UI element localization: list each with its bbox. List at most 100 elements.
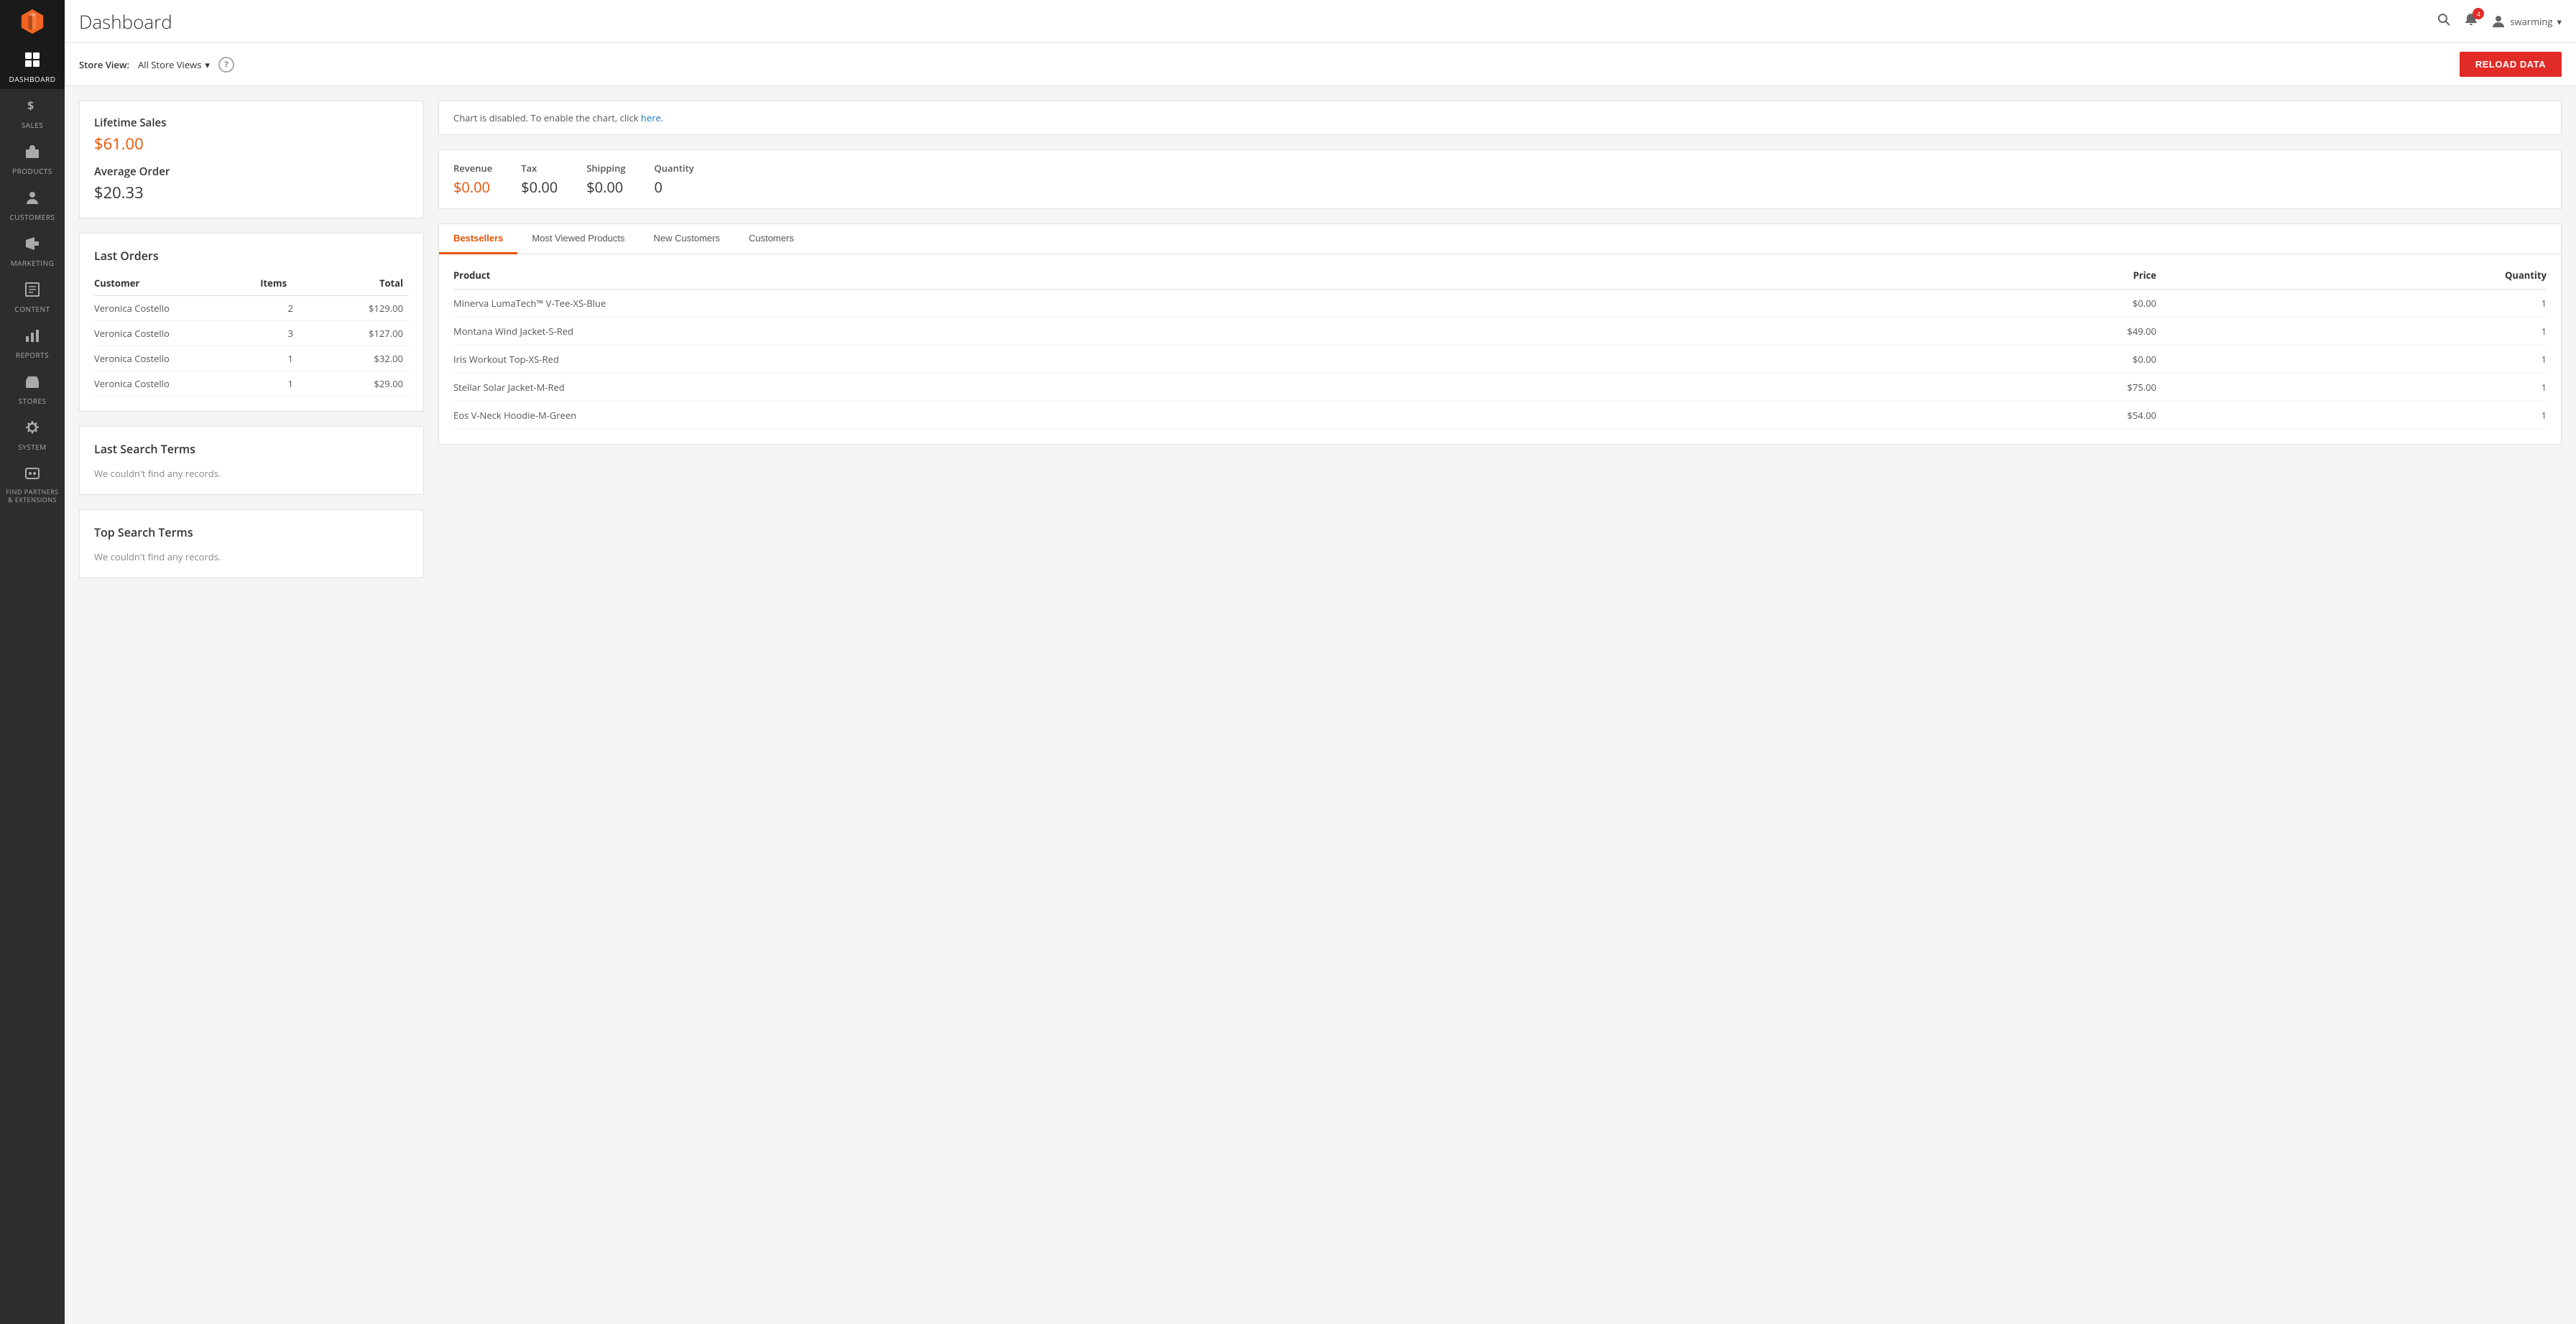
product-quantity: 1 [2156, 402, 2547, 430]
order-total: $32.00 [326, 346, 409, 371]
notification-count: 4 [2473, 8, 2484, 19]
products-col-product: Product [453, 269, 1883, 290]
products-col-price: Price [1883, 269, 2156, 290]
tab-new-customers[interactable]: New Customers [640, 224, 734, 254]
sales-icon: $ [24, 98, 40, 118]
table-row[interactable]: Veronica Costello 3 $127.00 [94, 321, 409, 346]
help-icon[interactable]: ? [218, 57, 234, 73]
sidebar-item-label-find-partners: Find Partners & Extensions [4, 489, 61, 504]
tab-bestsellers[interactable]: Bestsellers [439, 224, 517, 254]
orders-col-total: Total [326, 274, 409, 296]
sidebar-item-system[interactable]: System [0, 411, 65, 457]
table-row[interactable]: Montana Wind Jacket-S-Red $49.00 1 [453, 318, 2547, 346]
top-search-terms-title: Top Search Terms [94, 524, 409, 540]
sidebar-item-find-partners[interactable]: Find Partners & Extensions [0, 457, 65, 510]
system-icon [24, 420, 40, 440]
products-col-quantity: Quantity [2156, 269, 2547, 290]
notification-bell[interactable]: 4 [2464, 12, 2478, 30]
header-actions: 4 swarming ▾ [2437, 12, 2562, 31]
top-search-terms-no-records: We couldn't find any records. [94, 550, 409, 563]
sidebar-item-label-reports: Reports [16, 351, 49, 359]
sidebar-item-products[interactable]: Products [0, 135, 65, 181]
store-view-select[interactable]: All Store Views ▾ [138, 58, 210, 71]
search-icon[interactable] [2437, 12, 2451, 31]
order-total: $127.00 [326, 321, 409, 346]
table-row[interactable]: Iris Workout Top-XS-Red $0.00 1 [453, 346, 2547, 374]
chart-here-link[interactable]: here [641, 111, 661, 124]
sidebar-item-label-products: Products [12, 167, 52, 175]
sidebar-item-label-marketing: Marketing [11, 259, 55, 267]
store-view-left: Store View: All Store Views ▾ ? [79, 57, 234, 73]
products-table: Product Price Quantity Minerva LumaTech™… [453, 269, 2547, 430]
order-customer: Veronica Costello [94, 371, 260, 397]
sidebar-item-label-customers: Customers [9, 213, 55, 221]
sidebar-item-customers[interactable]: Customers [0, 181, 65, 227]
chart-disabled-bar: Chart is disabled. To enable the chart, … [438, 101, 2562, 135]
order-customer: Veronica Costello [94, 296, 260, 321]
orders-col-items: Items [260, 274, 326, 296]
sidebar-item-dashboard[interactable]: Dashboard [0, 43, 65, 89]
products-icon [24, 144, 40, 164]
sidebar-item-content[interactable]: Content [0, 273, 65, 319]
table-row[interactable]: Veronica Costello 1 $32.00 [94, 346, 409, 371]
product-name: Montana Wind Jacket-S-Red [453, 318, 1883, 346]
order-items: 2 [260, 296, 326, 321]
revenue-stats: Revenue $0.00 Tax $0.00 Shipping $0.00 Q… [438, 149, 2562, 209]
lifetime-sales-value: $61.00 [94, 133, 409, 154]
sidebar-logo [0, 0, 65, 43]
product-name: Iris Workout Top-XS-Red [453, 346, 1883, 374]
lifetime-sales-label: Lifetime Sales [94, 116, 409, 130]
right-panel: Chart is disabled. To enable the chart, … [438, 101, 2562, 1310]
svg-text:$: $ [27, 98, 34, 114]
last-search-terms-section: Last Search Terms We couldn't find any r… [79, 426, 424, 495]
sidebar-item-marketing[interactable]: Marketing [0, 227, 65, 273]
order-customer: Veronica Costello [94, 346, 260, 371]
content-icon [24, 282, 40, 302]
store-view-chevron: ▾ [205, 58, 210, 71]
sidebar-item-label-stores: Stores [19, 397, 47, 405]
dashboard-body: Lifetime Sales $61.00 Average Order $20.… [65, 86, 2576, 1324]
table-row[interactable]: Veronica Costello 1 $29.00 [94, 371, 409, 397]
product-name: Eos V-Neck Hoodie-M-Green [453, 402, 1883, 430]
customers-icon [24, 190, 40, 210]
user-name: swarming [2510, 15, 2552, 28]
dashboard-icon [24, 52, 40, 72]
order-customer: Veronica Costello [94, 321, 260, 346]
last-search-terms-title: Last Search Terms [94, 441, 409, 457]
sidebar-item-label-dashboard: Dashboard [9, 75, 56, 83]
table-row[interactable]: Stellar Solar Jacket-M-Red $75.00 1 [453, 374, 2547, 402]
sidebar-item-sales[interactable]: $ Sales [0, 89, 65, 135]
last-search-terms-no-records: We couldn't find any records. [94, 467, 409, 480]
sidebar-item-label-content: Content [14, 305, 50, 313]
sidebar-item-label-system: System [18, 443, 47, 451]
marketing-icon [24, 236, 40, 256]
product-price: $49.00 [1883, 318, 2156, 346]
reload-data-button[interactable]: Reload Data [2460, 52, 2562, 77]
table-row[interactable]: Minerva LumaTech™ V-Tee-XS-Blue $0.00 1 [453, 290, 2547, 318]
tab-most-viewed[interactable]: Most Viewed Products [517, 224, 639, 254]
table-row[interactable]: Eos V-Neck Hoodie-M-Green $54.00 1 [453, 402, 2547, 430]
revenue-label: Revenue [453, 162, 492, 175]
quantity-label: Quantity [655, 162, 694, 175]
store-view-bar: Store View: All Store Views ▾ ? Reload D… [65, 43, 2576, 86]
tab-content-bestsellers: Product Price Quantity Minerva LumaTech™… [439, 254, 2561, 444]
product-quantity: 1 [2156, 374, 2547, 402]
sidebar-item-reports[interactable]: Reports [0, 319, 65, 365]
sidebar-item-stores[interactable]: Stores [0, 365, 65, 411]
last-orders-title: Last Orders [94, 248, 409, 264]
quantity-value: 0 [655, 177, 694, 197]
product-quantity: 1 [2156, 318, 2547, 346]
tax-value: $0.00 [521, 177, 558, 197]
sidebar-item-label-sales: Sales [22, 121, 44, 129]
main-content: Dashboard 4 swarming ▾ Store View: All S… [65, 0, 2576, 1324]
user-menu[interactable]: swarming ▾ [2491, 14, 2562, 29]
average-order-label: Average Order [94, 165, 409, 179]
revenue-value: $0.00 [453, 177, 492, 197]
revenue-item: Revenue $0.00 [453, 162, 492, 197]
reports-icon [24, 328, 40, 348]
table-row[interactable]: Veronica Costello 2 $129.00 [94, 296, 409, 321]
stores-icon [24, 374, 40, 394]
order-total: $29.00 [326, 371, 409, 397]
header: Dashboard 4 swarming ▾ [65, 0, 2576, 43]
tab-customers[interactable]: Customers [734, 224, 808, 254]
